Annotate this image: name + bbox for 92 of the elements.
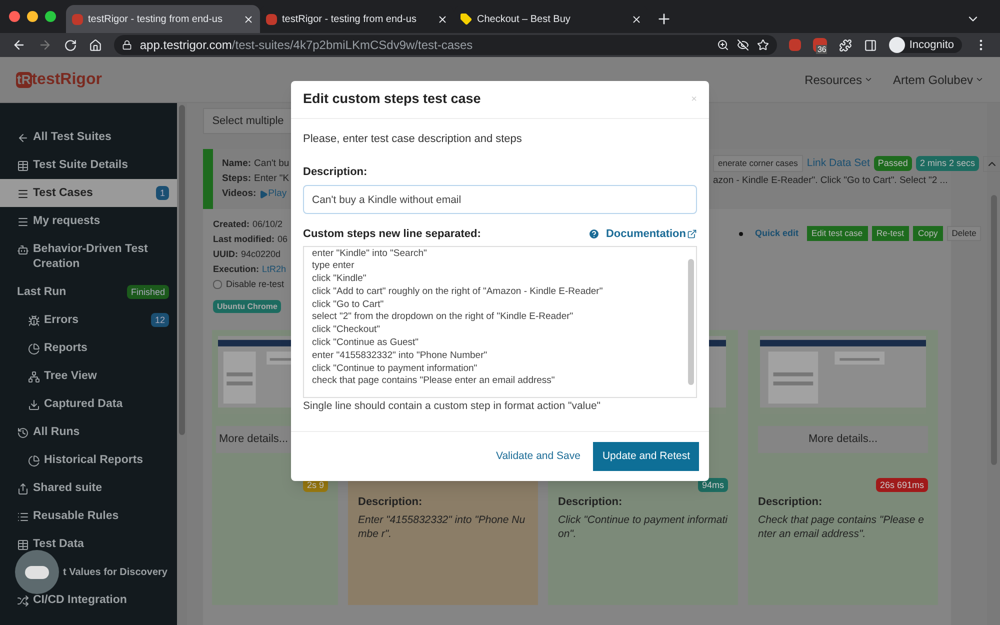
sidebar-label: All Test Suites xyxy=(33,130,112,144)
sidebar-item[interactable]: t Values for Discovery xyxy=(0,558,177,586)
step-description: Check that page contains "Please enter an email address". xyxy=(758,512,926,540)
browser-tab[interactable]: testRigor - testing from end-us xyxy=(66,5,260,33)
field-label: Videos: xyxy=(222,187,256,201)
sidebar-label: Reports xyxy=(44,340,88,356)
extension-badge: 36 xyxy=(816,45,828,54)
description-label: Description: xyxy=(358,495,424,510)
tab-title: testRigor - testing from end-us xyxy=(282,12,418,26)
header-menu[interactable]: Resources xyxy=(804,70,873,88)
hint-text: Single line should contain a custom step in format action "value" xyxy=(303,398,602,414)
field-value: 06 xyxy=(278,233,288,246)
sidebar-label: Historical Reports xyxy=(44,452,144,468)
test-case-name: Can't bu xyxy=(254,157,290,171)
validate-save-link[interactable]: Validate and Save xyxy=(496,448,580,464)
steps-field[interactable]: enter "Kindle" into "Search" type enter click "Kindle" click "Add to cart" roughly on the right of "Amazon - Kindle E-Reader" click "Go to Cart" select "2" from the dropdown on the right of "Kindle E-Reader" click "Checkout" click "Continue as Guest" enter "4155832332" into "Phone Number" click "Continue to payment information" check that page contains "Please enter an email address" xyxy=(303,246,697,398)
step-description: Click "Continue to payment information". xyxy=(558,512,728,540)
field-label: Execution: xyxy=(213,263,260,276)
action-button[interactable]: Edit test case xyxy=(806,226,868,241)
sidebar-label: Last Run xyxy=(17,284,68,300)
sidebar-item[interactable]: Tree View xyxy=(0,362,177,390)
sidebar-item[interactable]: Last Run Finished xyxy=(0,278,177,306)
sidebar-label: Test Suite Details xyxy=(33,158,130,172)
address-bar[interactable]: app.testrigor.com/test-suites/4k7p2bmiLKmCSdv9w/test-cases xyxy=(114,35,778,55)
sidebar-label: t Values for Discovery xyxy=(63,566,168,580)
sidebar-label: Captured Data xyxy=(44,396,124,412)
count-badge: 1 xyxy=(156,186,169,200)
profile-chip[interactable]: Incognito xyxy=(889,36,962,54)
url-text: app.testrigor.com/test-suites/4k7p2bmiLKmCSdv9w/test-cases xyxy=(140,37,474,54)
status-badge: Passed xyxy=(874,156,912,171)
count-badge: 12 xyxy=(150,312,169,326)
field-label: Created: xyxy=(213,218,250,231)
sidebar-label: Tree View xyxy=(44,368,98,384)
sidebar-item[interactable]: Errors 12 xyxy=(0,306,177,334)
field-label: Last modified: xyxy=(213,233,275,246)
sidebar-item[interactable]: Behavior-Driven Test Creation xyxy=(0,235,177,278)
modal-title: Edit custom steps test case xyxy=(303,90,482,108)
field-label: UUID: xyxy=(213,248,238,261)
tab-title: testRigor - testing from end-us xyxy=(88,12,224,26)
action-button[interactable]: Re-test xyxy=(872,226,909,241)
sidebar-label: Reusable Rules xyxy=(33,508,120,524)
sidebar-label: All Runs xyxy=(33,424,81,440)
sidebar-item[interactable]: CI/CD Integration xyxy=(0,586,177,614)
sidebar-item[interactable]: All Test Suites xyxy=(0,123,177,151)
sidebar-item[interactable]: Historical Reports xyxy=(0,446,177,474)
sidebar-label: Behavior-Driven Test Creation xyxy=(33,242,149,272)
count-badge: Finished xyxy=(126,284,169,298)
field-label: Description: xyxy=(303,164,368,180)
field-value: 94c0220d xyxy=(241,248,281,261)
sidebar-item[interactable]: Reusable Rules xyxy=(0,502,177,530)
instructions-text: Please, enter test case description and steps xyxy=(303,132,523,147)
field-label: Steps: xyxy=(222,172,252,186)
corner-cases-button[interactable]: enerate corner cases xyxy=(713,155,803,172)
sidebar-item[interactable]: Test Suite Details xyxy=(0,151,177,179)
description-label: Description: xyxy=(558,495,624,510)
sidebar-label: CI/CD Integration xyxy=(33,592,128,608)
duration-badge: 26s 691ms xyxy=(876,478,928,492)
duration-badge: 94ms xyxy=(698,478,728,492)
update-retest-button[interactable]: Update and Retest xyxy=(593,442,699,471)
more-details-button[interactable]: More details... xyxy=(758,426,928,453)
environment-tag: Ubuntu Chrome xyxy=(213,300,282,313)
field-value: 06/10/2 xyxy=(252,218,283,231)
sidebar-item[interactable]: Test Data xyxy=(0,530,177,558)
sidebar-item[interactable]: Test Cases 1 xyxy=(0,179,177,207)
logo-mark: tR xyxy=(16,72,32,88)
header-menu[interactable]: Artem Golubev xyxy=(892,70,984,88)
step-description: Enter "4155832332" into "Phone Numbe r". xyxy=(358,512,526,540)
tab-title: Checkout – Best Buy xyxy=(477,12,572,26)
sidebar-item[interactable]: Captured Data xyxy=(0,390,177,418)
duration-badge: 2 mins 2 secs xyxy=(916,156,979,171)
action-button[interactable]: Delete xyxy=(946,226,982,241)
sidebar-item[interactable]: Reports xyxy=(0,334,177,362)
sidebar-item[interactable]: My requests xyxy=(0,207,177,235)
documentation-link[interactable]: Documentation xyxy=(606,226,686,242)
profile-label: Incognito xyxy=(909,38,954,53)
description-field[interactable]: Can't buy a Kindle without email xyxy=(303,185,697,214)
field-label: Custom steps new line separated: xyxy=(303,227,482,242)
sidebar-label: Test Cases xyxy=(33,186,94,200)
action-button[interactable]: Copy xyxy=(912,226,943,241)
sidebar-label: Shared suite xyxy=(33,480,104,496)
sidebar-label: Errors xyxy=(44,312,80,328)
steps-text: Enter "K xyxy=(254,172,290,186)
sidebar-label: Test Data xyxy=(33,536,85,552)
sidebar-item[interactable]: Shared suite xyxy=(0,474,177,502)
description-label: Description: xyxy=(758,495,824,510)
steps-text: azon - Kindle E-Reader". Click "Go to Cart". Select "2 ... xyxy=(713,174,948,188)
sidebar-label: My requests xyxy=(33,214,102,228)
checkbox-label: Disable re-test xyxy=(226,278,284,291)
field-label: Name: xyxy=(222,157,252,171)
select-multiple-button[interactable]: Select multiple xyxy=(203,108,293,134)
sidebar-item[interactable]: All Runs xyxy=(0,418,177,446)
logo-text: testRigor xyxy=(32,70,102,90)
